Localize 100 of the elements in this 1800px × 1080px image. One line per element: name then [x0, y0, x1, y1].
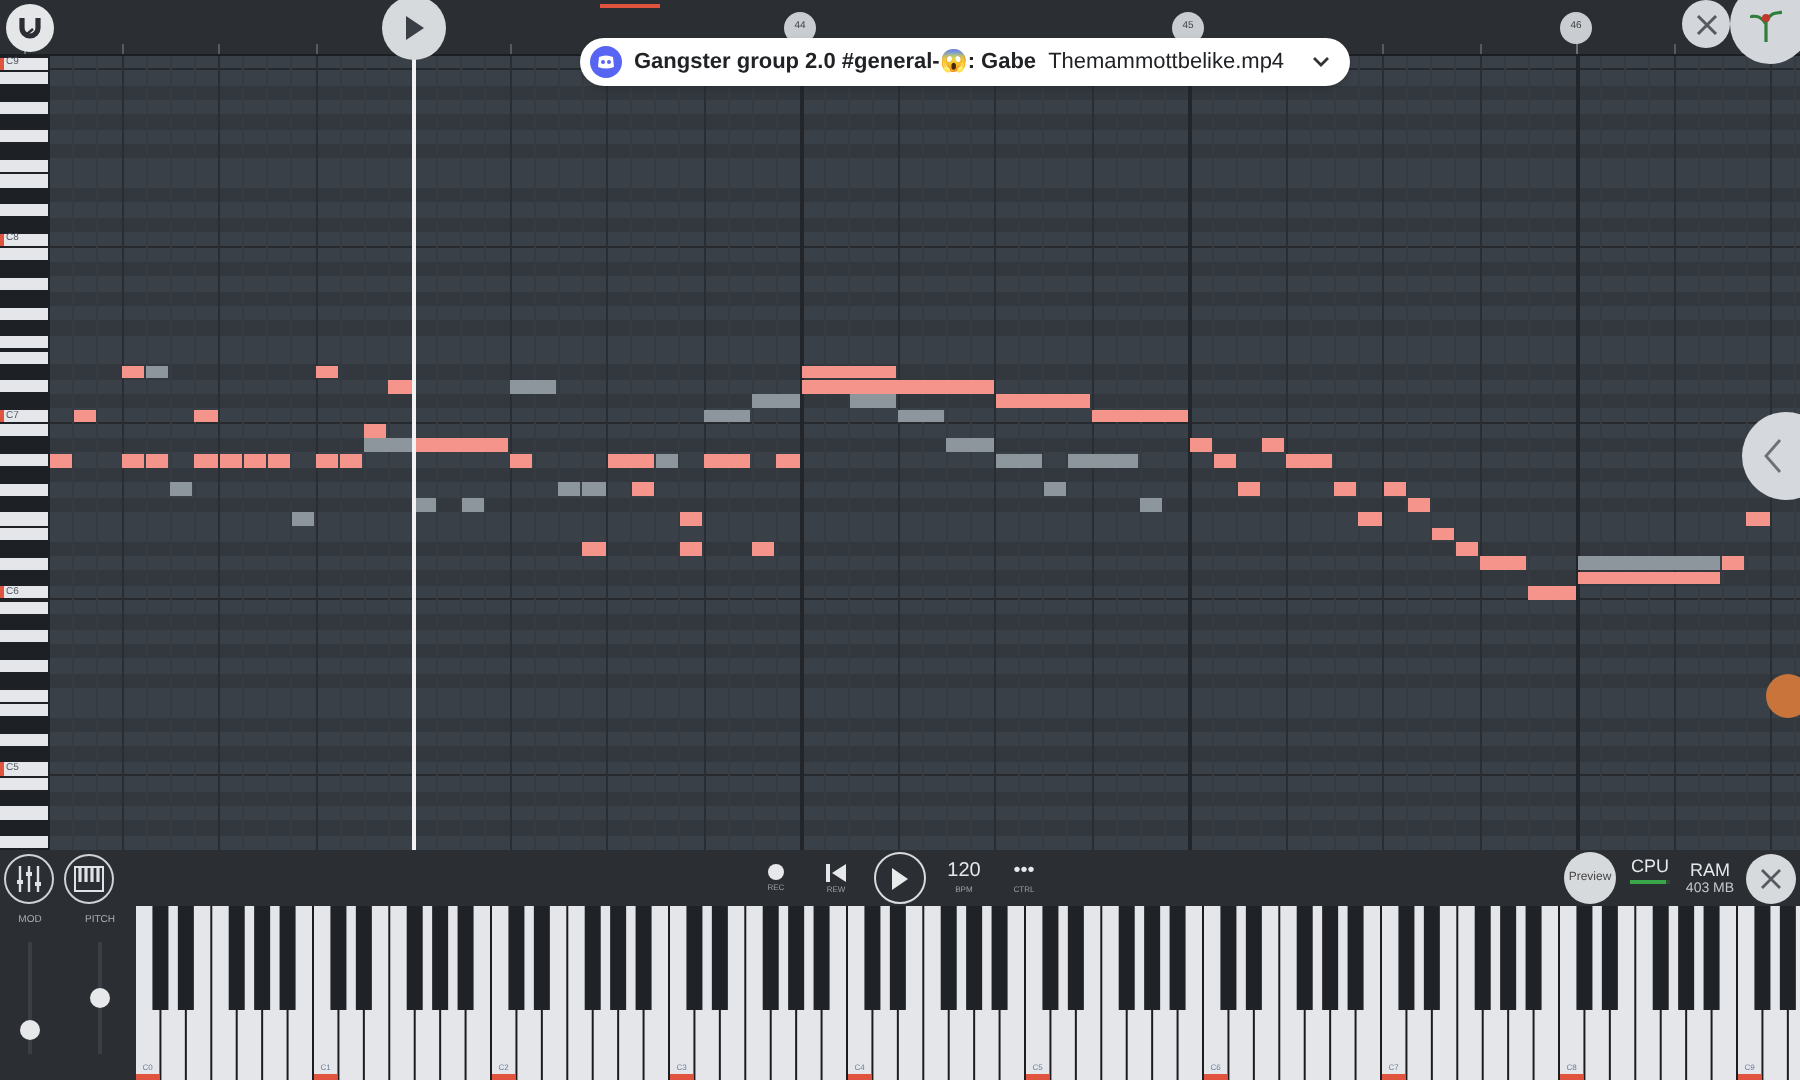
- position-marker: [600, 4, 660, 8]
- app-button[interactable]: [1730, 0, 1800, 64]
- octave-marker: [0, 410, 4, 423]
- piano-key[interactable]: [0, 71, 48, 85]
- note-block[interactable]: [510, 453, 533, 467]
- note-block[interactable]: [1189, 438, 1212, 453]
- close-button[interactable]: [1745, 853, 1796, 903]
- piano-key[interactable]: [0, 601, 48, 614]
- note-block[interactable]: [1722, 556, 1745, 570]
- piano-key[interactable]: [0, 659, 48, 673]
- note-block[interactable]: [1286, 453, 1333, 467]
- keyboard-button[interactable]: [64, 853, 114, 903]
- note-block[interactable]: [752, 541, 775, 556]
- note-block[interactable]: [267, 453, 290, 467]
- note-block[interactable]: [1455, 541, 1478, 556]
- magnet-icon: [16, 14, 44, 42]
- slider-thumb[interactable]: [90, 988, 110, 1008]
- skip-back-icon: [825, 863, 846, 881]
- slider-thumb[interactable]: [20, 1020, 40, 1041]
- octave-marker: [1382, 1074, 1406, 1080]
- play-button[interactable]: [873, 852, 926, 904]
- piano-key[interactable]: [0, 336, 48, 349]
- note-block[interactable]: [50, 453, 72, 467]
- close-icon: [1695, 13, 1717, 35]
- note-block[interactable]: [316, 453, 339, 467]
- piano-key[interactable]: [0, 777, 48, 790]
- piano-key[interactable]: [0, 733, 48, 746]
- octave-marker: [848, 1074, 872, 1080]
- piano-key[interactable]: [0, 101, 48, 114]
- note-block[interactable]: [607, 453, 654, 467]
- piano-key[interactable]: [0, 527, 48, 540]
- piano-key[interactable]: [0, 630, 48, 643]
- note-block[interactable]: [1431, 527, 1454, 541]
- note-block[interactable]: [364, 424, 387, 438]
- record-icon: [767, 864, 784, 880]
- ghost-note-block[interactable]: [1140, 497, 1163, 512]
- note-block[interactable]: [194, 409, 217, 423]
- ghost-note-block[interactable]: [704, 409, 751, 423]
- ghost-note-block[interactable]: [849, 394, 896, 409]
- piano-key[interactable]: [0, 836, 48, 849]
- note-block[interactable]: [776, 453, 799, 467]
- octave-marker: [1026, 1074, 1050, 1080]
- notification-toast[interactable]: Gangster group 2.0 #general-😱: Gabe Themammottbelike.mp4: [580, 38, 1351, 86]
- octave-marker: [0, 762, 4, 776]
- note-block[interactable]: [995, 394, 1090, 409]
- piano-key[interactable]: [0, 248, 48, 261]
- note-block[interactable]: [679, 512, 702, 526]
- note-block[interactable]: [1237, 482, 1260, 497]
- piano-key[interactable]: [0, 204, 48, 217]
- note-block[interactable]: [73, 409, 96, 423]
- ghost-note-block[interactable]: [291, 512, 314, 526]
- note-block[interactable]: [219, 453, 242, 467]
- note-block[interactable]: [582, 541, 605, 556]
- note-block[interactable]: [1261, 438, 1284, 453]
- chevron-down-icon: [1312, 56, 1331, 68]
- note-block[interactable]: [704, 453, 751, 467]
- octave-marker: [314, 1074, 338, 1080]
- piano-icon: [74, 865, 104, 891]
- note-block[interactable]: [243, 453, 266, 467]
- piano-key[interactable]: [0, 704, 48, 717]
- piano-key[interactable]: [0, 557, 48, 570]
- note-block[interactable]: [631, 482, 654, 497]
- note-block[interactable]: [1383, 482, 1406, 497]
- octave-marker: [670, 1074, 694, 1080]
- note-block[interactable]: [194, 453, 217, 467]
- ghost-note-block[interactable]: [1043, 482, 1066, 497]
- note-block[interactable]: [1092, 409, 1187, 423]
- note-block[interactable]: [413, 438, 508, 453]
- plant-icon: [1750, 6, 1782, 42]
- note-block[interactable]: [340, 453, 363, 467]
- piano-key[interactable]: [0, 160, 48, 173]
- cpu-label: CPU: [1630, 858, 1669, 876]
- close-icon: [1759, 867, 1782, 889]
- ghost-note-block[interactable]: [461, 497, 484, 512]
- sliders-icon: [14, 863, 44, 893]
- ghost-note-block[interactable]: [995, 453, 1042, 467]
- ghost-note-block[interactable]: [898, 409, 945, 423]
- piano-key[interactable]: [0, 307, 48, 320]
- piano-key[interactable]: [0, 380, 48, 393]
- mixer-button[interactable]: [4, 853, 54, 903]
- ghost-note-block[interactable]: [655, 453, 678, 467]
- piano-key[interactable]: [0, 277, 48, 290]
- piano-key[interactable]: [0, 454, 48, 467]
- piano-key[interactable]: [0, 351, 48, 364]
- note-block[interactable]: [1213, 453, 1236, 467]
- piano-key[interactable]: [0, 483, 48, 496]
- chevron-left-icon: [1764, 438, 1782, 474]
- piano-key[interactable]: [0, 130, 48, 143]
- octave-marker: [1560, 1074, 1584, 1080]
- piano-key[interactable]: [0, 424, 48, 437]
- octave-marker: [492, 1074, 516, 1080]
- note-block[interactable]: [1334, 482, 1357, 497]
- ram-label: RAM: [1689, 861, 1730, 879]
- note-block[interactable]: [122, 453, 145, 467]
- chat-app-icon: [590, 46, 622, 78]
- note-block[interactable]: [679, 541, 702, 556]
- octave-marker: [136, 1074, 160, 1080]
- note-block[interactable]: [146, 453, 169, 467]
- note-block[interactable]: [1407, 497, 1430, 512]
- piano-key[interactable]: [0, 689, 48, 702]
